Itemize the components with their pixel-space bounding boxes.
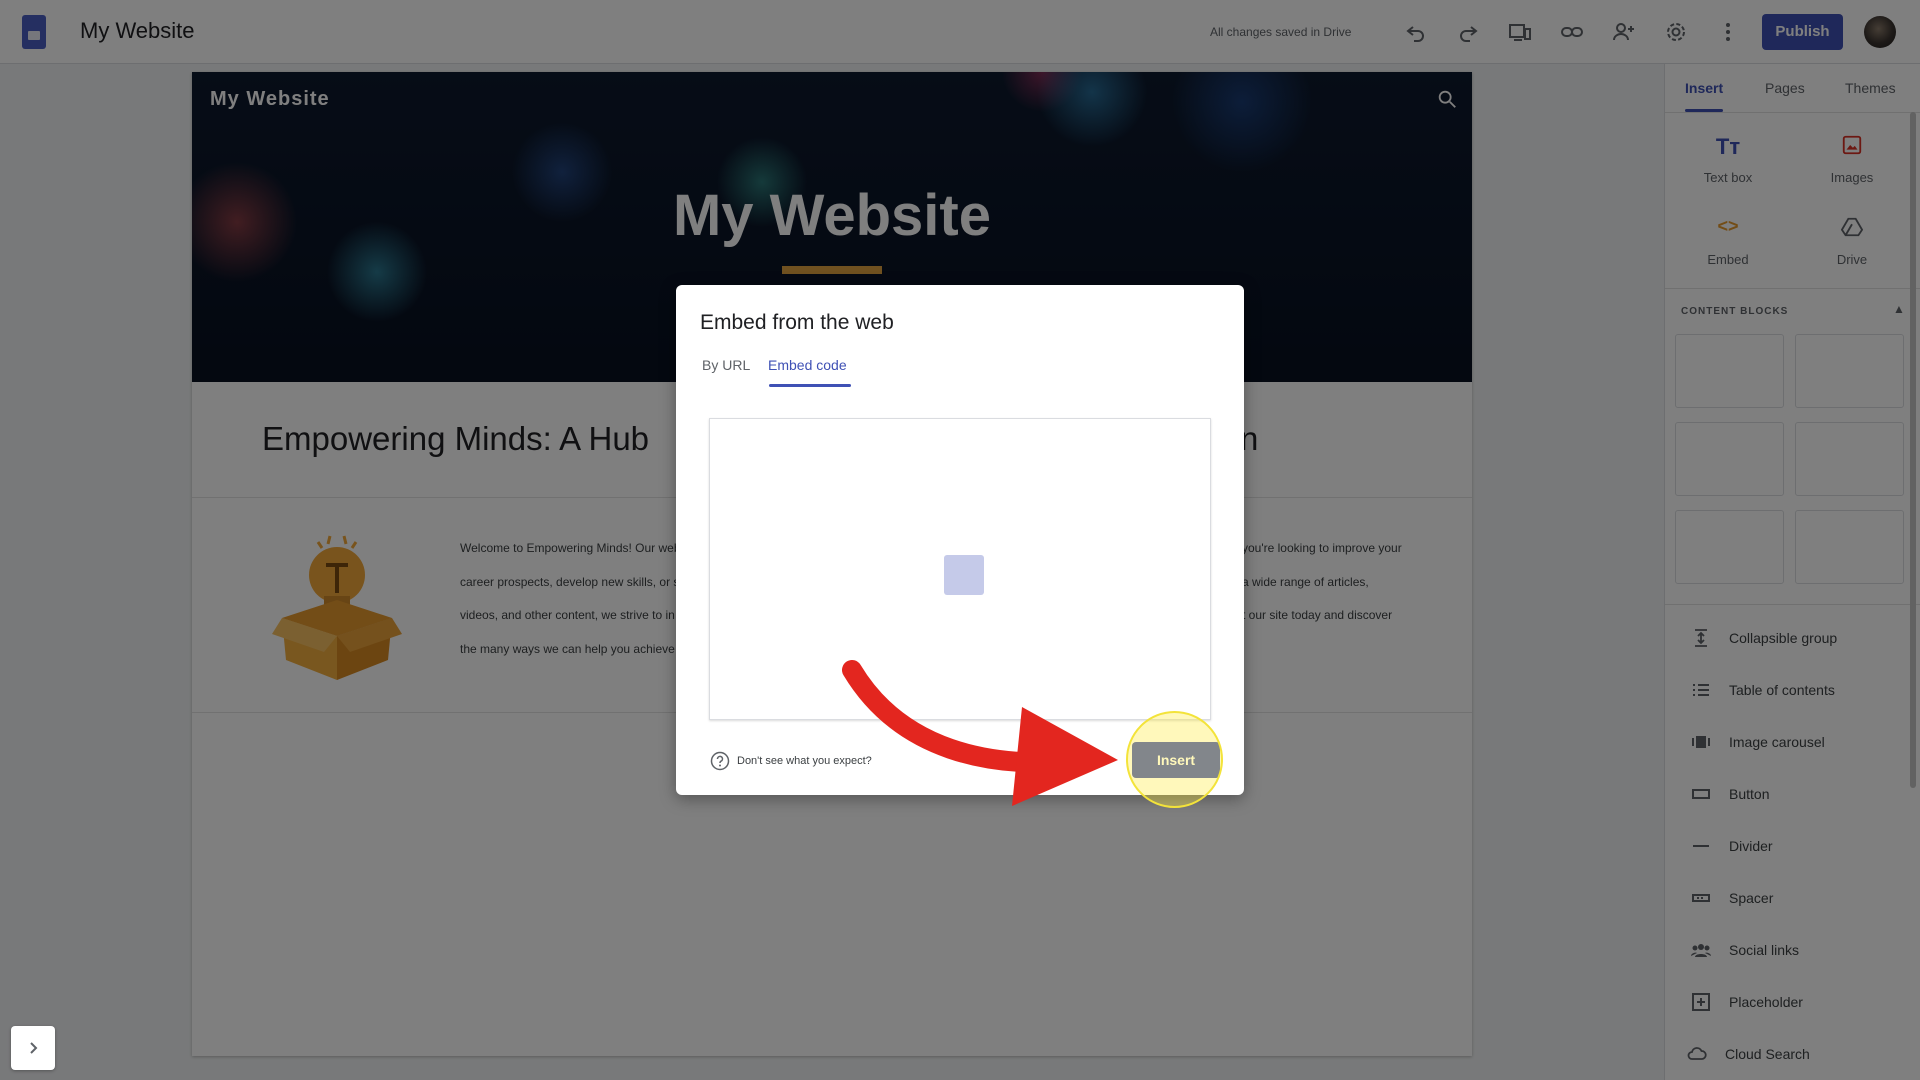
expand-button[interactable] bbox=[11, 1026, 55, 1070]
red-arrow-annotation bbox=[842, 660, 1118, 806]
help-icon[interactable] bbox=[710, 751, 730, 771]
tab-by-url[interactable]: By URL bbox=[702, 357, 750, 373]
tab-embed-code[interactable]: Embed code bbox=[768, 357, 847, 373]
click-highlight bbox=[1126, 711, 1223, 808]
active-tab-indicator bbox=[769, 384, 851, 387]
chevron-right-icon bbox=[30, 1042, 38, 1054]
dialog-title: Embed from the web bbox=[700, 311, 894, 334]
loading-placeholder-icon bbox=[944, 555, 984, 595]
